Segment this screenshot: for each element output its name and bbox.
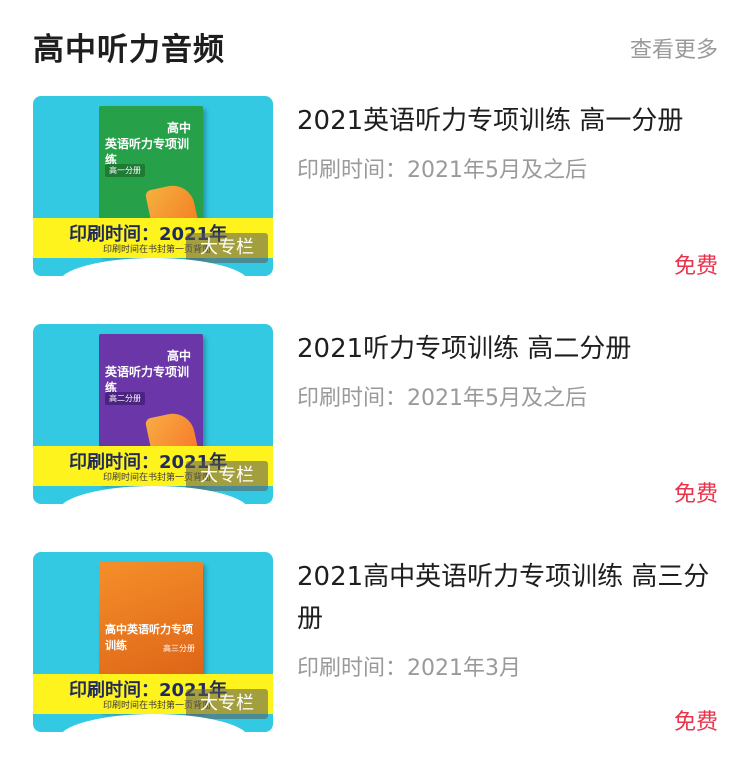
list-item[interactable]: 高中 英语听力专项训练 高二分册 印刷时间：2021年 印刷时间在书封第一页背面… — [0, 324, 750, 514]
item-date: 印刷时间：2021年3月 — [297, 656, 521, 681]
see-more-link[interactable]: 查看更多 — [630, 32, 718, 64]
cover-image[interactable]: 高中 英语听力专项训练 高一分册 印刷时间：2021年 印刷时间在书封第一页背面… — [33, 96, 273, 276]
item-date: 印刷时间：2021年5月及之后 — [297, 386, 587, 411]
price-label: 免费 — [673, 710, 718, 735]
list-item[interactable]: 高中英语听力专项训练 高三分册 印刷时间：2021年 印刷时间在书封第一页背面 … — [0, 552, 750, 742]
book-small-text: 高中 — [166, 349, 191, 363]
item-title[interactable]: 2021高中英语听力专项训练 高三分册 — [297, 556, 717, 640]
item-date: 印刷时间：2021年5月及之后 — [297, 158, 587, 183]
column-badge: 大专栏 — [186, 233, 268, 263]
section-header: 高中听力音频 查看更多 — [0, 0, 750, 90]
price-label: 免费 — [673, 254, 718, 279]
book-volume-tag: 高一分册 — [105, 164, 145, 177]
item-title[interactable]: 2021英语听力专项训练 高一分册 — [297, 100, 717, 142]
item-title[interactable]: 2021听力专项训练 高二分册 — [297, 328, 717, 370]
book-volume-tag: 高三分册 — [163, 644, 195, 653]
column-badge: 大专栏 — [186, 689, 268, 719]
section-title: 高中听力音频 — [33, 32, 225, 68]
column-badge: 大专栏 — [186, 461, 268, 491]
cover-image[interactable]: 高中英语听力专项训练 高三分册 印刷时间：2021年 印刷时间在书封第一页背面 … — [33, 552, 273, 732]
list-item[interactable]: 高中 英语听力专项训练 高一分册 印刷时间：2021年 印刷时间在书封第一页背面… — [0, 96, 750, 286]
book-volume-tag: 高二分册 — [105, 392, 145, 405]
price-label: 免费 — [673, 482, 718, 507]
cover-image[interactable]: 高中 英语听力专项训练 高二分册 印刷时间：2021年 印刷时间在书封第一页背面… — [33, 324, 273, 504]
book-small-text: 高中 — [166, 121, 191, 135]
